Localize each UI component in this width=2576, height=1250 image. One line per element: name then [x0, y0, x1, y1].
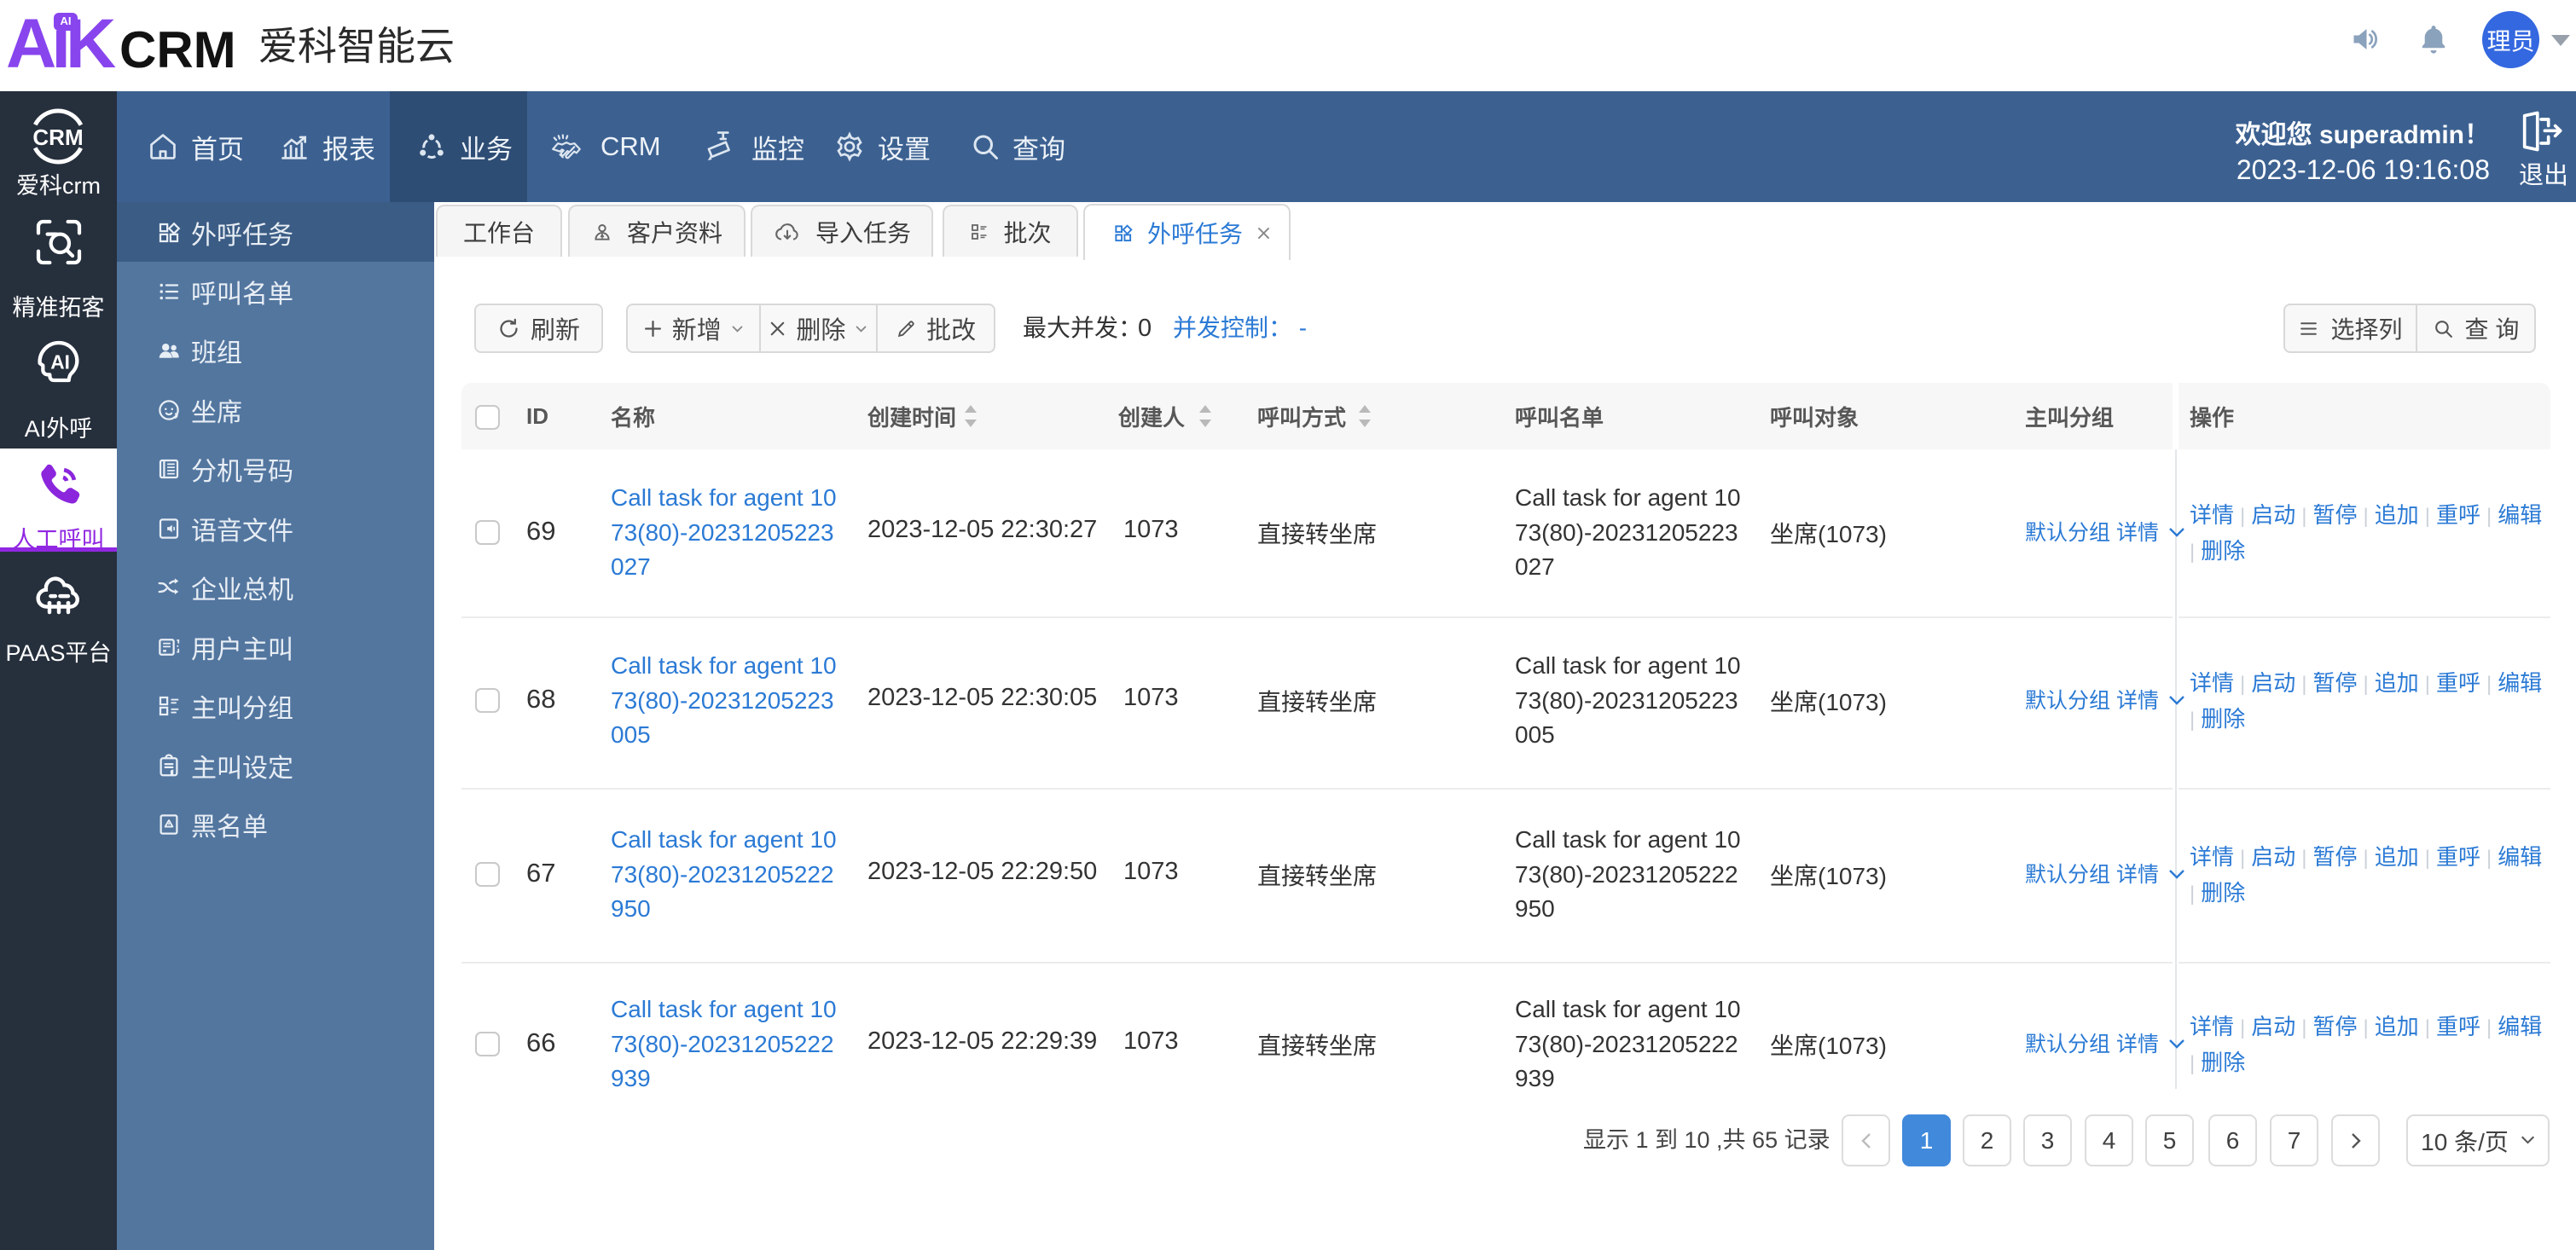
svg-text:AI: AI [50, 351, 70, 373]
svg-text:CRM: CRM [32, 124, 83, 150]
